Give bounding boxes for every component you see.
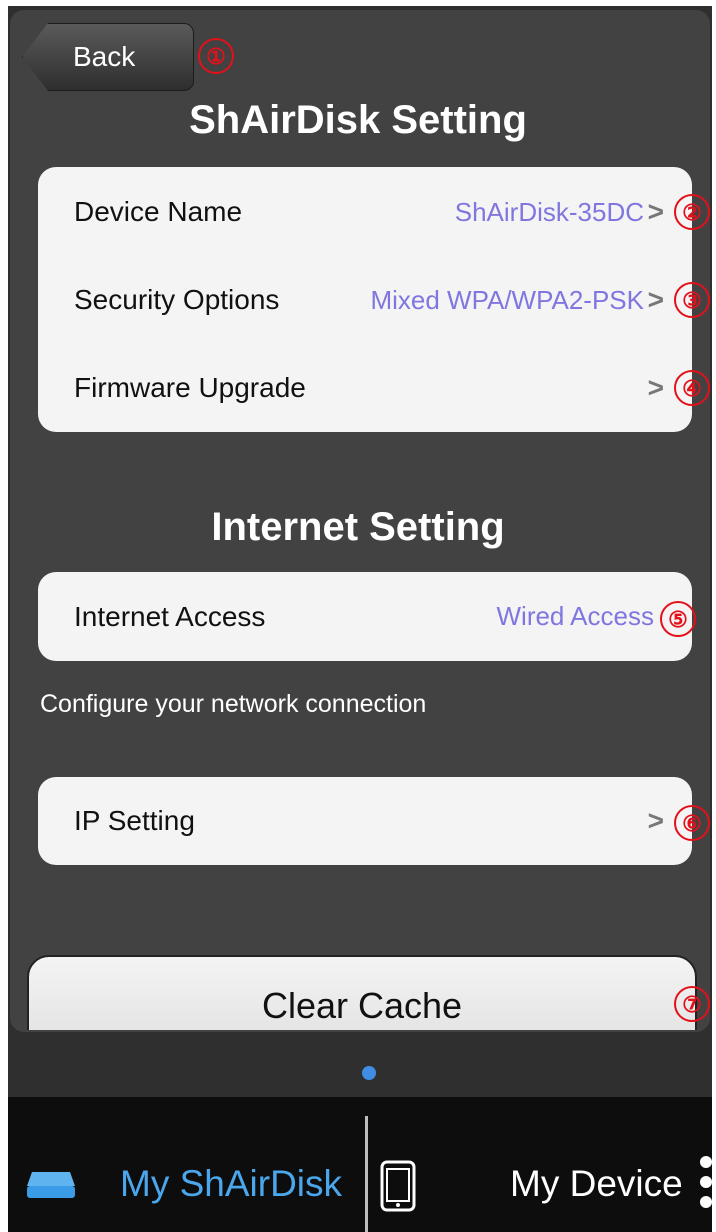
more-dots-icon[interactable] [700, 1156, 716, 1216]
clear-cache-label: Clear Cache [261, 985, 463, 1026]
tab-my-shairdisk[interactable]: My ShAirDisk [120, 1163, 342, 1205]
tab-divider [365, 1116, 368, 1232]
page-indicator-dot [362, 1066, 376, 1080]
hard-drive-icon[interactable] [26, 1170, 76, 1200]
phone-icon[interactable] [380, 1160, 416, 1212]
annotation-marker-7: ⑦ [674, 986, 710, 1022]
clear-cache-clip: Clear Cache [0, 0, 716, 1030]
clear-cache-button[interactable]: Clear Cache [27, 955, 697, 1030]
tab-my-device[interactable]: My Device [510, 1163, 683, 1205]
